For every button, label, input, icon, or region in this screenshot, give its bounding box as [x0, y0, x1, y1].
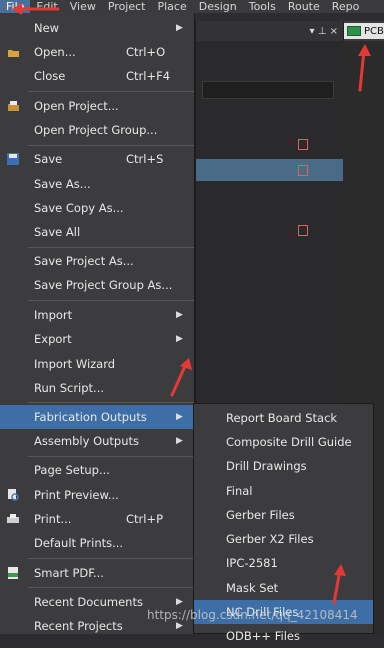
annotation-arrows: [12, 3, 371, 605]
watermark: https://blog.csdn.net/qq_42108414: [147, 608, 358, 622]
